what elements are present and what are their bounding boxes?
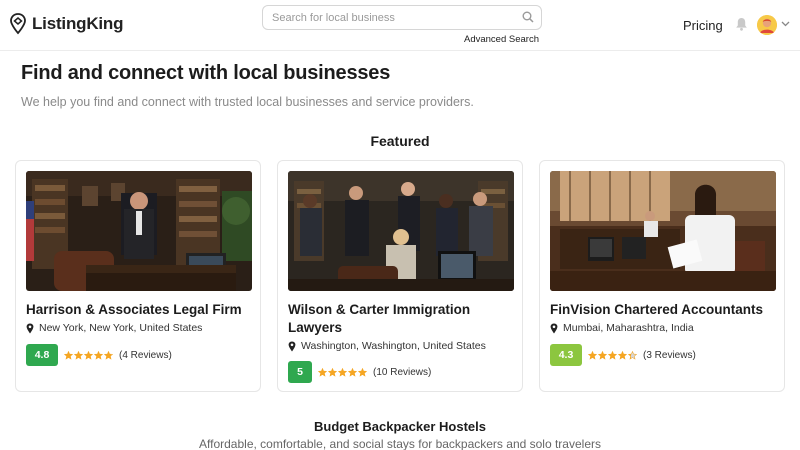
star-icon (358, 367, 367, 377)
star-rating (64, 350, 113, 360)
listing-card[interactable]: Wilson & Carter Immigration Lawyers Wash… (277, 160, 523, 392)
advanced-search-link[interactable]: Advanced Search (464, 34, 539, 45)
star-icon (94, 350, 103, 360)
star-icon (74, 350, 83, 360)
map-pin-logo-icon (10, 13, 26, 35)
location-pin-icon (550, 323, 558, 333)
star-rating (588, 350, 637, 360)
star-icon (64, 350, 73, 360)
star-icon (84, 350, 93, 360)
location-pin-icon (288, 341, 296, 351)
star-icon (338, 367, 347, 377)
brand-name: ListingKing (32, 14, 124, 33)
star-icon (608, 350, 617, 360)
listing-location: Mumbai, Maharashtra, India (550, 322, 694, 334)
listing-location: New York, New York, United States (26, 322, 202, 334)
chevron-down-icon[interactable] (781, 21, 790, 27)
avatar-icon (757, 15, 777, 35)
top-navbar: ListingKing Advanced Search Pricing (0, 0, 800, 51)
listing-location-text: New York, New York, United States (39, 322, 203, 334)
featured-heading: Featured (370, 133, 430, 149)
rating-badge: 5 (288, 361, 312, 383)
listing-photo[interactable] (288, 171, 514, 291)
bell-icon[interactable] (735, 17, 748, 31)
listing-title[interactable]: Harrison & Associates Legal Firm (26, 301, 254, 319)
star-icon (588, 350, 597, 360)
review-count[interactable]: (10 Reviews) (373, 367, 431, 378)
listing-location-text: Mumbai, Maharashtra, India (563, 322, 694, 334)
rating-badge: 4.8 (26, 344, 58, 366)
review-count[interactable]: (4 Reviews) (119, 350, 172, 361)
listing-title[interactable]: Wilson & Carter Immigration Lawyers (288, 301, 516, 337)
listing-rating: 4.3 (3 Reviews) (550, 344, 696, 366)
star-icon (628, 350, 637, 360)
pricing-link[interactable]: Pricing (683, 18, 723, 33)
user-avatar[interactable] (757, 15, 777, 35)
rating-badge: 4.3 (550, 344, 582, 366)
star-icon (348, 367, 357, 377)
star-icon (618, 350, 627, 360)
listing-card[interactable]: FinVision Chartered Accountants Mumbai, … (539, 160, 785, 392)
search-input[interactable] (263, 6, 503, 29)
section-heading: Budget Backpacker Hostels (314, 419, 486, 434)
page-subtitle: We help you find and connect with truste… (21, 95, 474, 109)
review-count[interactable]: (3 Reviews) (643, 350, 696, 361)
section-subtitle: Affordable, comfortable, and social stay… (199, 437, 601, 450)
listing-photo[interactable] (26, 171, 252, 291)
listing-location: Washington, Washington, United States (288, 340, 486, 352)
star-icon (598, 350, 607, 360)
star-icon (318, 367, 327, 377)
star-rating (318, 367, 367, 377)
location-pin-icon (26, 323, 34, 333)
page-title: Find and connect with local businesses (21, 62, 391, 84)
listing-rating: 5 (10 Reviews) (288, 361, 431, 383)
search-box (262, 5, 542, 30)
star-icon (328, 367, 337, 377)
listing-photo[interactable] (550, 171, 776, 291)
search-icon[interactable] (522, 11, 534, 23)
listing-rating: 4.8 (4 Reviews) (26, 344, 172, 366)
listing-card[interactable]: Harrison & Associates Legal Firm New Yor… (15, 160, 261, 392)
listing-location-text: Washington, Washington, United States (301, 340, 486, 352)
brand-logo[interactable]: ListingKing (9, 13, 123, 35)
star-icon (104, 350, 113, 360)
listing-title[interactable]: FinVision Chartered Accountants (550, 301, 778, 319)
